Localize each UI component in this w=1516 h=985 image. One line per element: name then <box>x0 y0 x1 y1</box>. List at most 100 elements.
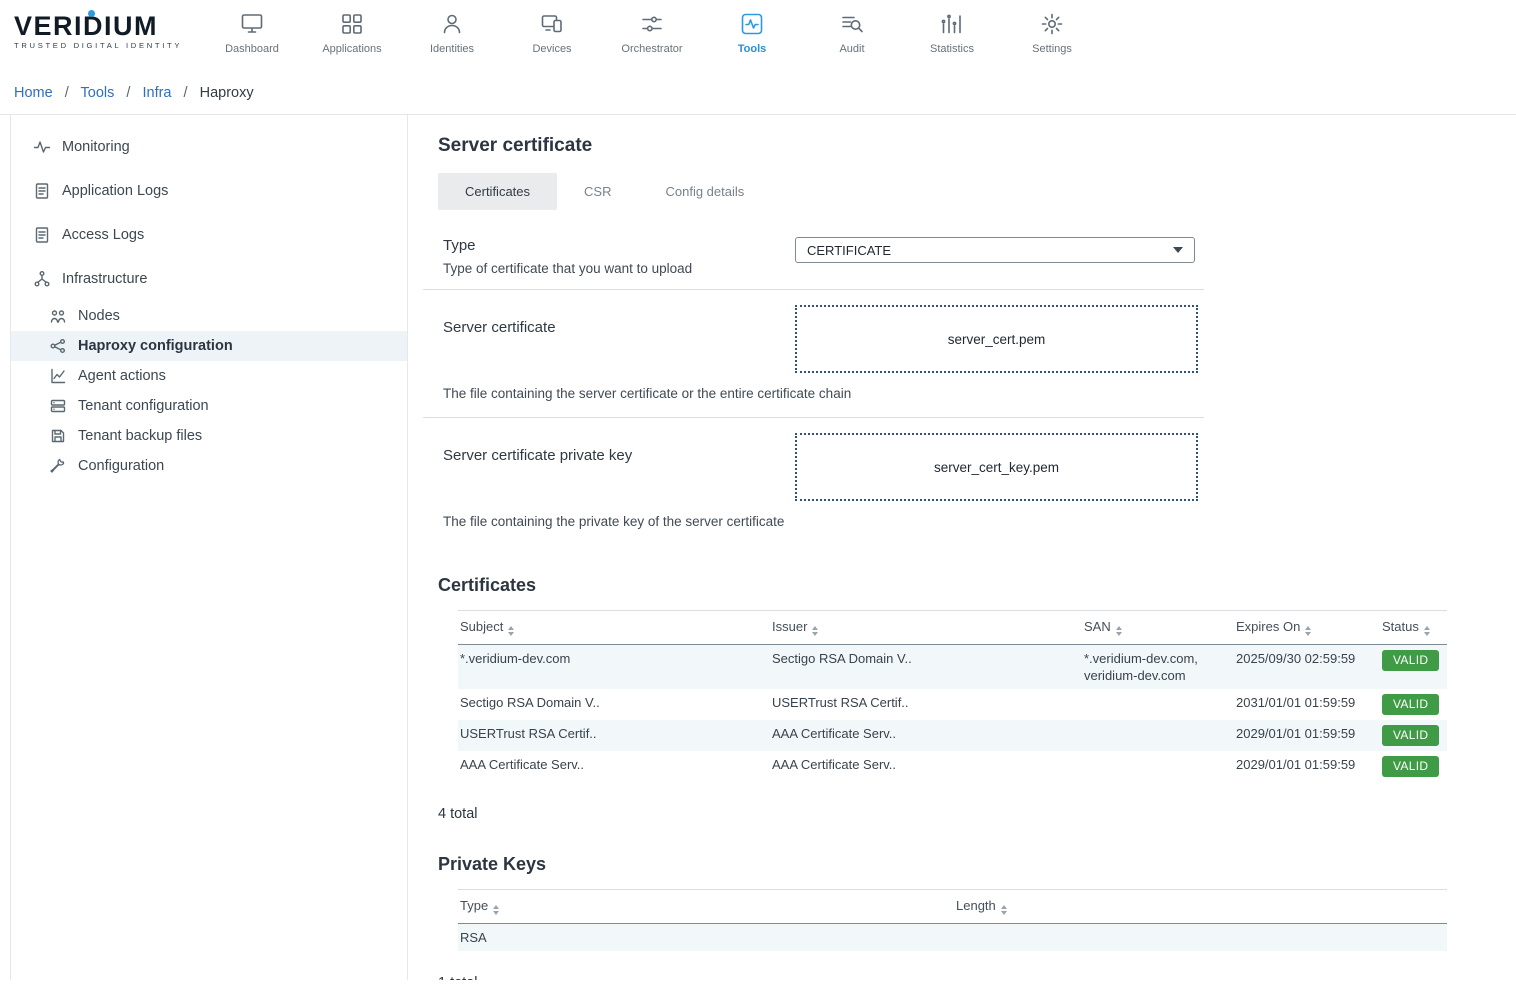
nav-item-tools[interactable]: Tools <box>702 0 802 55</box>
primary-nav: Dashboard Applications Identities Device… <box>202 0 1102 55</box>
cell-expires: 2029/01/01 01:59:59 <box>1234 720 1380 751</box>
table-row: Sectigo RSA Domain V.. USERTrust RSA Cer… <box>458 689 1447 720</box>
column-header-status[interactable]: Status <box>1380 611 1447 645</box>
tab-csr[interactable]: CSR <box>557 173 638 210</box>
private-keys-heading: Private Keys <box>438 854 1516 875</box>
agent-actions-icon <box>49 367 67 385</box>
orchestrator-icon <box>602 9 702 39</box>
private-key-row: Server certificate private key server_ce… <box>423 418 1204 514</box>
cell-status: VALID <box>1380 689 1447 720</box>
cell-status: VALID <box>1380 720 1447 751</box>
content-layout: Monitoring Application Logs Access Logs … <box>0 114 1516 980</box>
breadcrumb-infra[interactable]: Infra <box>142 85 171 101</box>
cell-expires: 2031/01/01 01:59:59 <box>1234 689 1380 720</box>
sidebar-item-nodes[interactable]: Nodes <box>11 301 407 331</box>
logo-tagline: TRUSTED DIGITAL IDENTITY <box>14 41 192 50</box>
certificate-type-select[interactable]: CERTIFICATE <box>795 237 1195 263</box>
main-content: Server certificate Certificates CSR Conf… <box>408 115 1516 980</box>
logo-wordmark: VERIDIUM <box>14 12 192 40</box>
breadcrumb-separator: / <box>126 85 130 101</box>
private-key-dropzone[interactable]: server_cert_key.pem <box>795 433 1198 501</box>
access-logs-icon <box>33 226 51 244</box>
breadcrumb-separator: / <box>184 85 188 101</box>
chevron-down-icon <box>1173 247 1183 253</box>
status-badge: VALID <box>1382 756 1439 777</box>
cell-subject: AAA Certificate Serv.. <box>458 751 770 782</box>
nav-item-settings[interactable]: Settings <box>1002 0 1102 55</box>
certificates-table-header: Subject Issuer SAN Expires On Status <box>458 611 1447 645</box>
nav-item-identities[interactable]: Identities <box>402 0 502 55</box>
nav-item-statistics[interactable]: Statistics <box>902 0 1002 55</box>
cell-san <box>1082 720 1234 751</box>
status-badge: VALID <box>1382 725 1439 746</box>
sort-icon <box>1116 626 1122 636</box>
column-header-issuer[interactable]: Issuer <box>770 611 1082 645</box>
page-title: Server certificate <box>438 135 1516 157</box>
sidebar-item-access-logs[interactable]: Access Logs <box>11 213 407 257</box>
cell-subject: *.veridium-dev.com <box>458 645 770 690</box>
nav-item-devices[interactable]: Devices <box>502 0 602 55</box>
column-header-subject[interactable]: Subject <box>458 611 770 645</box>
sort-icon <box>812 626 818 636</box>
server-certificate-row: Server certificate server_cert.pem <box>423 290 1204 386</box>
cell-san <box>1082 751 1234 782</box>
cell-expires: 2025/09/30 02:59:59 <box>1234 645 1380 690</box>
certificate-form: Type Type of certificate that you want t… <box>423 222 1204 545</box>
private-key-help: The file containing the private key of t… <box>423 514 1204 545</box>
tools-icon <box>702 9 802 39</box>
breadcrumb-home[interactable]: Home <box>14 85 53 101</box>
column-header-expires-on[interactable]: Expires On <box>1234 611 1380 645</box>
cell-san <box>1082 689 1234 720</box>
tenant-configuration-icon <box>49 397 67 415</box>
certificates-heading: Certificates <box>438 575 1516 596</box>
column-header-length[interactable]: Length <box>954 890 1447 924</box>
sidebar-item-monitoring[interactable]: Monitoring <box>11 125 407 169</box>
tenant-backup-files-icon <box>49 427 67 445</box>
sidebar-item-haproxy-configuration[interactable]: Haproxy configuration <box>11 331 407 361</box>
sidebar-item-application-logs[interactable]: Application Logs <box>11 169 407 213</box>
cell-issuer: AAA Certificate Serv.. <box>770 720 1082 751</box>
sidebar-item-configuration[interactable]: Configuration <box>11 451 407 481</box>
nav-item-dashboard[interactable]: Dashboard <box>202 0 302 55</box>
sort-icon <box>1001 905 1007 915</box>
private-key-filename: server_cert_key.pem <box>934 460 1059 475</box>
sidebar-item-label: Monitoring <box>62 139 130 155</box>
private-keys-total: 1 total <box>438 975 1516 980</box>
server-certificate-label: Server certificate <box>443 305 795 336</box>
cell-length <box>954 924 1447 952</box>
statistics-icon <box>902 9 1002 39</box>
breadcrumb-current: Haproxy <box>200 85 254 101</box>
sidebar-item-label: Tenant backup files <box>78 428 202 444</box>
sidebar-item-tenant-backup-files[interactable]: Tenant backup files <box>11 421 407 451</box>
server-certificate-help: The file containing the server certifica… <box>423 386 1204 417</box>
table-row: RSA <box>458 924 1447 952</box>
sidebar-item-label: Tenant configuration <box>78 398 209 414</box>
column-header-type[interactable]: Type <box>458 890 954 924</box>
cell-issuer: Sectigo RSA Domain V.. <box>770 645 1082 690</box>
sort-icon <box>1424 626 1430 636</box>
server-certificate-dropzone[interactable]: server_cert.pem <box>795 305 1198 373</box>
table-row: AAA Certificate Serv.. AAA Certificate S… <box>458 751 1447 782</box>
devices-icon <box>502 9 602 39</box>
configuration-icon <box>49 457 67 475</box>
sort-icon <box>1305 626 1311 636</box>
application-logs-icon <box>33 182 51 200</box>
nav-item-applications[interactable]: Applications <box>302 0 402 55</box>
sidebar-item-tenant-configuration[interactable]: Tenant configuration <box>11 391 407 421</box>
breadcrumb: Home / Tools / Infra / Haproxy <box>0 75 1516 114</box>
column-header-san[interactable]: SAN <box>1082 611 1234 645</box>
logo-dot-icon <box>88 10 95 17</box>
tab-certificates[interactable]: Certificates <box>438 173 557 210</box>
server-certificate-filename: server_cert.pem <box>948 332 1046 347</box>
cell-subject: USERTrust RSA Certif.. <box>458 720 770 751</box>
breadcrumb-tools[interactable]: Tools <box>81 85 115 101</box>
nav-item-audit[interactable]: Audit <box>802 0 902 55</box>
type-row: Type Type of certificate that you want t… <box>423 222 1204 289</box>
sidebar-item-infrastructure[interactable]: Infrastructure <box>11 257 407 301</box>
nav-item-orchestrator[interactable]: Orchestrator <box>602 0 702 55</box>
sidebar-item-label: Configuration <box>78 458 164 474</box>
sort-icon <box>508 626 514 636</box>
tab-config-details[interactable]: Config details <box>638 173 771 210</box>
sidebar-item-agent-actions[interactable]: Agent actions <box>11 361 407 391</box>
cell-status: VALID <box>1380 751 1447 782</box>
